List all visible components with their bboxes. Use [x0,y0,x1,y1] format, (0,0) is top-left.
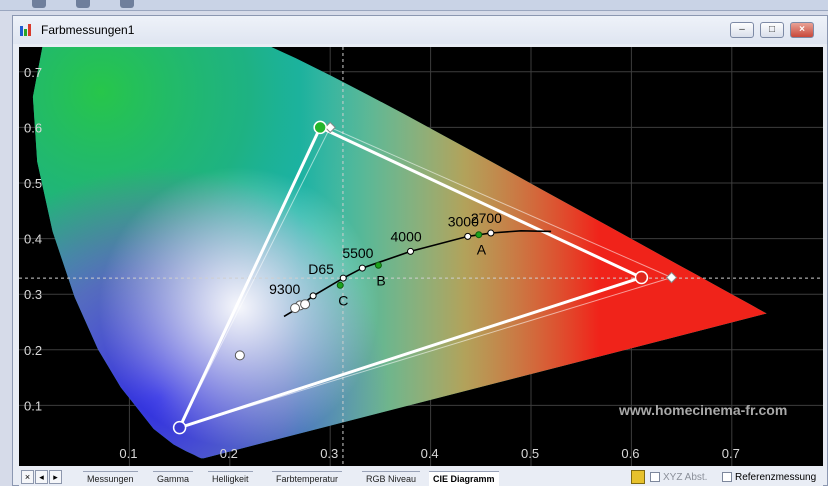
close-button[interactable]: × [790,22,814,38]
planckian-label: 3000 [448,213,479,229]
tab-gamma[interactable]: Gamma [153,471,194,486]
illuminant-point [374,261,382,269]
illuminant-label: C [338,292,348,308]
illuminant-point [336,281,344,289]
prev-tab-button[interactable]: ◂ [35,470,48,484]
x-tick-label: 0.5 [521,446,539,461]
close-tab-button[interactable]: × [21,470,34,484]
primary-marker-green [313,120,327,135]
primary-marker-red [634,270,649,285]
y-tick-label: 0.1 [24,398,42,413]
reference-label: Referenzmessung [735,472,817,483]
chart-app-icon [20,24,34,36]
y-tick-label: 0.5 [24,176,42,191]
planckian-point [464,232,472,240]
watermark-text: www.homecinema-fr.com [618,402,787,418]
illuminant-label: B [376,272,385,288]
x-tick-label: 0.2 [220,446,238,461]
tab-helligkeit[interactable]: Helligkeit [208,471,253,486]
planckian-point [339,274,347,282]
white-point-marker [234,350,245,361]
window-title: Farbmessungen1 [41,23,135,37]
planckian-point [407,247,415,255]
white-point-marker [290,303,301,314]
tab-farbtemperatur[interactable]: Farbtemperatur [272,471,343,486]
palette-icon[interactable] [631,470,645,484]
planckian-label: D65 [308,261,334,277]
y-tick-label: 0.2 [24,343,42,358]
xyz-checkbox[interactable] [650,472,660,482]
planckian-label: 5500 [342,245,373,261]
tab-messungen[interactable]: Messungen [83,471,138,486]
x-tick-label: 0.3 [320,446,338,461]
reference-checkbox[interactable] [722,472,732,482]
planckian-point [487,229,495,237]
x-tick-label: 0.6 [621,446,639,461]
x-tick-label: 0.4 [421,446,439,461]
maximize-button[interactable]: □ [760,22,784,38]
y-tick-label: 0.3 [24,287,42,302]
y-tick-label: 0.6 [24,120,42,135]
toolbar-icon[interactable] [32,0,46,8]
toolbar-icon[interactable] [76,0,90,8]
planckian-label: 9300 [269,281,300,297]
xyz-label: XYZ Abst. [663,472,708,483]
x-tick-label: 0.1 [119,446,137,461]
tab-rgb-niveau[interactable]: RGB Niveau [362,471,421,486]
planckian-label: 4000 [391,228,422,244]
tab-bar: × ◂ ▸ Messungen Gamma Helligkeit Farbtem… [19,469,823,486]
next-tab-button[interactable]: ▸ [49,470,62,484]
cie-diagram-plot: 0.1 0.2 0.3 0.4 0.5 0.6 0.7 0.1 0.2 0.3 0.4 0.5 0.6 0… [19,47,823,466]
illuminant-label: A [477,242,487,258]
illuminant-point [475,231,483,239]
planckian-point [358,264,366,272]
top-toolbar-strip [0,0,828,11]
measurement-window: Farbmessungen1 ‒ □ × 0.1 0.2 0.3 0.4 0.5… [12,15,828,486]
x-tick-label: 0.7 [722,446,740,461]
cie-chart-svg: 0.1 0.2 0.3 0.4 0.5 0.6 0.7 0.1 0.2 0.3 0.4 0.5 0.6 0… [19,47,823,466]
white-point-marker [300,299,311,310]
primary-marker-blue [172,420,187,435]
tab-cie-diagramm[interactable]: CIE Diagramm [429,471,499,486]
toolbar-icon[interactable] [120,0,134,8]
y-tick-label: 0.4 [24,232,42,247]
minimize-button[interactable]: ‒ [730,22,754,38]
y-tick-label: 0.7 [24,65,42,80]
title-bar[interactable]: Farbmessungen1 ‒ □ × [13,16,827,44]
planckian-point [309,292,317,300]
